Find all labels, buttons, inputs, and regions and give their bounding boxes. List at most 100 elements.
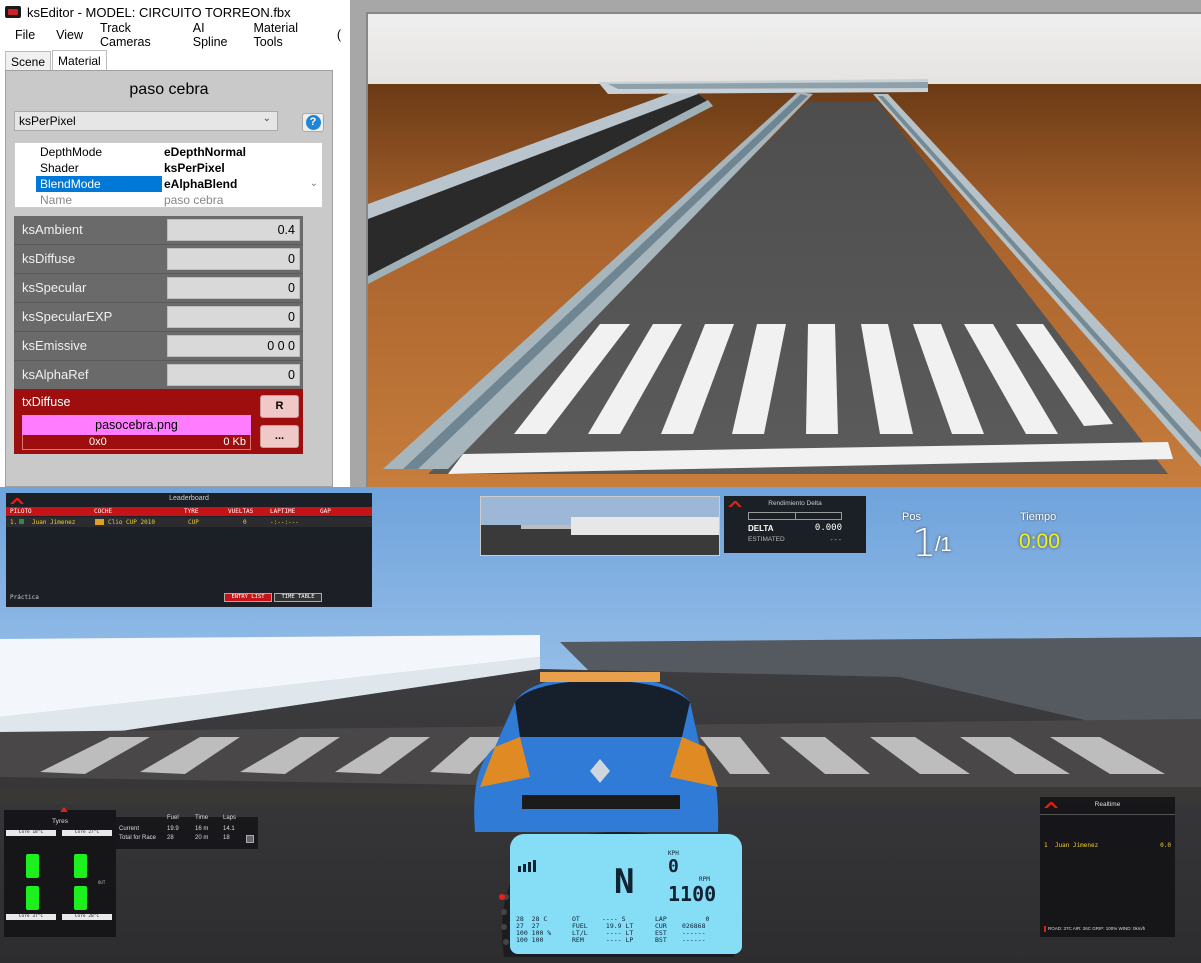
delta-label: DELTA <box>748 524 774 533</box>
fuel-row-fuel: 19.9 <box>167 826 179 832</box>
menu-overflow[interactable]: ( <box>333 28 350 42</box>
param-label: ksSpecularEXP <box>22 309 113 324</box>
prop-key: Shader <box>40 161 79 175</box>
prop-row-blendmode[interactable]: BlendMode eAlphaBlend <box>36 176 306 192</box>
tyre-rl-icon <box>26 886 39 910</box>
realtime-row: 1 Juan Jimenez <box>1044 842 1098 849</box>
shader-params: ksAmbient 0.4 ksDiffuse 0 ksSpecular 0 k… <box>14 216 303 390</box>
gear-indicator: N <box>614 862 635 902</box>
menu-track-cameras[interactable]: Track Cameras <box>92 21 187 49</box>
fuel-panel: Fuel Time Laps Current 19.9 16 m 14.1 To… <box>116 815 258 849</box>
param-input[interactable]: 0 <box>167 306 300 328</box>
prop-value: paso cebra <box>164 193 224 207</box>
fuel-row-laps: 14.1 <box>223 826 235 832</box>
fuel-row-laps: 18 <box>223 835 230 841</box>
prop-value: eAlphaBlend <box>164 177 238 191</box>
realtime-divider <box>1040 814 1175 815</box>
editor-3d-viewport[interactable] <box>366 12 1201 487</box>
rev-bars-icon <box>518 860 536 872</box>
tab-material[interactable]: Material <box>52 50 107 72</box>
fuel-row-time: 20 m <box>195 835 209 841</box>
viewport-frame <box>350 0 1201 12</box>
material-properties-grid: DepthMode eDepthNormal Shader ksPerPixel… <box>14 142 323 208</box>
tyre-core-fl: Core 18°C <box>6 830 56 836</box>
col-vueltas: VUELTAS <box>228 508 254 515</box>
realtime-driver: Juan Jimenez <box>1054 842 1099 849</box>
estimated-value: --- <box>829 536 842 544</box>
prop-key: BlendMode <box>36 176 162 192</box>
param-input[interactable]: 0 <box>167 248 300 270</box>
col-laptime: LAPTIME <box>270 508 296 515</box>
realtime-title: Realtime <box>1094 801 1121 808</box>
realtime-panel: Realtime 1 Juan Jimenez 0.0 ROAD: 37C AI… <box>1040 797 1175 937</box>
fuel-header-fuel: Fuel <box>167 815 179 821</box>
menu-file[interactable]: File <box>0 28 44 42</box>
prop-row-shader[interactable]: Shader ksPerPixel <box>36 160 306 176</box>
fuel-row-label: Total for Race <box>119 835 157 841</box>
texture-slot-label: txDiffuse <box>22 395 71 409</box>
menu-bar: File View Track Cameras AI Spline Materi… <box>0 21 350 49</box>
shader-dropdown-value: ksPerPixel <box>19 114 76 128</box>
time-value: 0:00 <box>1019 530 1060 553</box>
tyre-core-rl: Core 37°C <box>6 914 56 920</box>
delta-bar <box>748 512 842 520</box>
leaderboard-panel: Leaderboard PILOTO COCHE TYRE VUELTAS LA… <box>6 493 372 607</box>
mirror-view <box>481 497 719 555</box>
help-button[interactable]: ? <box>302 113 324 132</box>
texture-file-button[interactable]: pasocebra.png <box>22 415 251 435</box>
prop-row-name[interactable]: Name paso cebra <box>36 192 306 208</box>
help-icon: ? <box>305 115 321 130</box>
game-view[interactable]: Leaderboard PILOTO COCHE TYRE VUELTAS LA… <box>0 487 1201 963</box>
col-tyre: TYRE <box>184 508 199 515</box>
fuel-header-time: Time <box>195 815 209 821</box>
prop-value: eDepthNormal <box>164 145 247 159</box>
tab-scene[interactable]: Scene <box>5 51 52 72</box>
track-render <box>368 14 1201 487</box>
time-table-button[interactable]: TIME TABLE <box>274 593 322 602</box>
car-badge-icon <box>95 519 104 525</box>
prop-key: DepthMode <box>40 145 103 159</box>
viewport-frame-left <box>350 0 366 487</box>
conditions-footer: ROAD: 37C AIR: 26C GRIP: 100% WIND: 0km/… <box>1043 926 1146 932</box>
tyre-rr-icon <box>74 886 87 910</box>
menu-ai-spline[interactable]: AI Spline <box>187 21 248 49</box>
param-input[interactable]: 0.4 <box>167 219 300 241</box>
position-value: 1 <box>912 521 937 565</box>
app-logo-icon <box>5 6 21 18</box>
menu-material-tools[interactable]: Material Tools <box>248 21 333 49</box>
row-tyre: CUP <box>188 519 199 526</box>
texture-dimensions: 0x0 <box>89 436 107 448</box>
param-input[interactable]: 0 <box>167 364 300 386</box>
param-input[interactable]: 0 <box>167 277 300 299</box>
leaderboard-row[interactable]: 1. Juan Jimenez Clio CUP 2010 CUP 0 -:--… <box>6 517 372 527</box>
browse-texture-button[interactable]: ... <box>260 425 299 448</box>
rear-view-mirror <box>480 496 720 556</box>
dash-right-labels: LAP CUR EST BST <box>655 915 667 944</box>
session-name: Práctica <box>10 594 39 601</box>
row-laptime: -:--:--- <box>270 519 299 526</box>
param-input[interactable]: 0 0 0 <box>167 335 300 357</box>
fuel-toggle-button[interactable] <box>246 835 254 843</box>
param-ksspecular: ksSpecular 0 <box>14 274 303 303</box>
realtime-value: 0.0 <box>1160 842 1171 849</box>
entry-list-button[interactable]: ENTRY LIST <box>224 593 272 602</box>
param-ksdiffuse: ksDiffuse 0 <box>14 245 303 274</box>
fuel-row-label: Current <box>119 826 140 832</box>
prop-value: ksPerPixel <box>164 161 225 175</box>
chevron-down-icon: ⌄ <box>262 113 271 124</box>
shader-dropdown[interactable]: ksPerPixel ⌄ <box>14 111 278 131</box>
menu-view[interactable]: View <box>44 28 92 42</box>
delta-title: Rendimiento Delta <box>768 500 822 507</box>
tyres-panel: Tyres Core 18°C Core 27°C OUT Core 37°C … <box>4 807 116 937</box>
flag-icon <box>19 519 24 524</box>
material-title: paso cebra <box>129 81 209 98</box>
param-ksspecularexp: ksSpecularEXP 0 <box>14 303 303 332</box>
row-driver: Juan Jimenez <box>32 519 76 526</box>
reload-texture-button[interactable]: R <box>260 395 299 418</box>
prop-row-depthmode[interactable]: DepthMode eDepthNormal <box>36 144 306 160</box>
leaderboard-title: Leaderboard <box>169 495 209 502</box>
tyre-bias-label: OUT <box>98 880 106 885</box>
row-pos: 1. <box>10 519 18 526</box>
position-total: /1 <box>935 534 952 556</box>
chevron-down-icon[interactable]: ⌄ <box>310 178 318 189</box>
